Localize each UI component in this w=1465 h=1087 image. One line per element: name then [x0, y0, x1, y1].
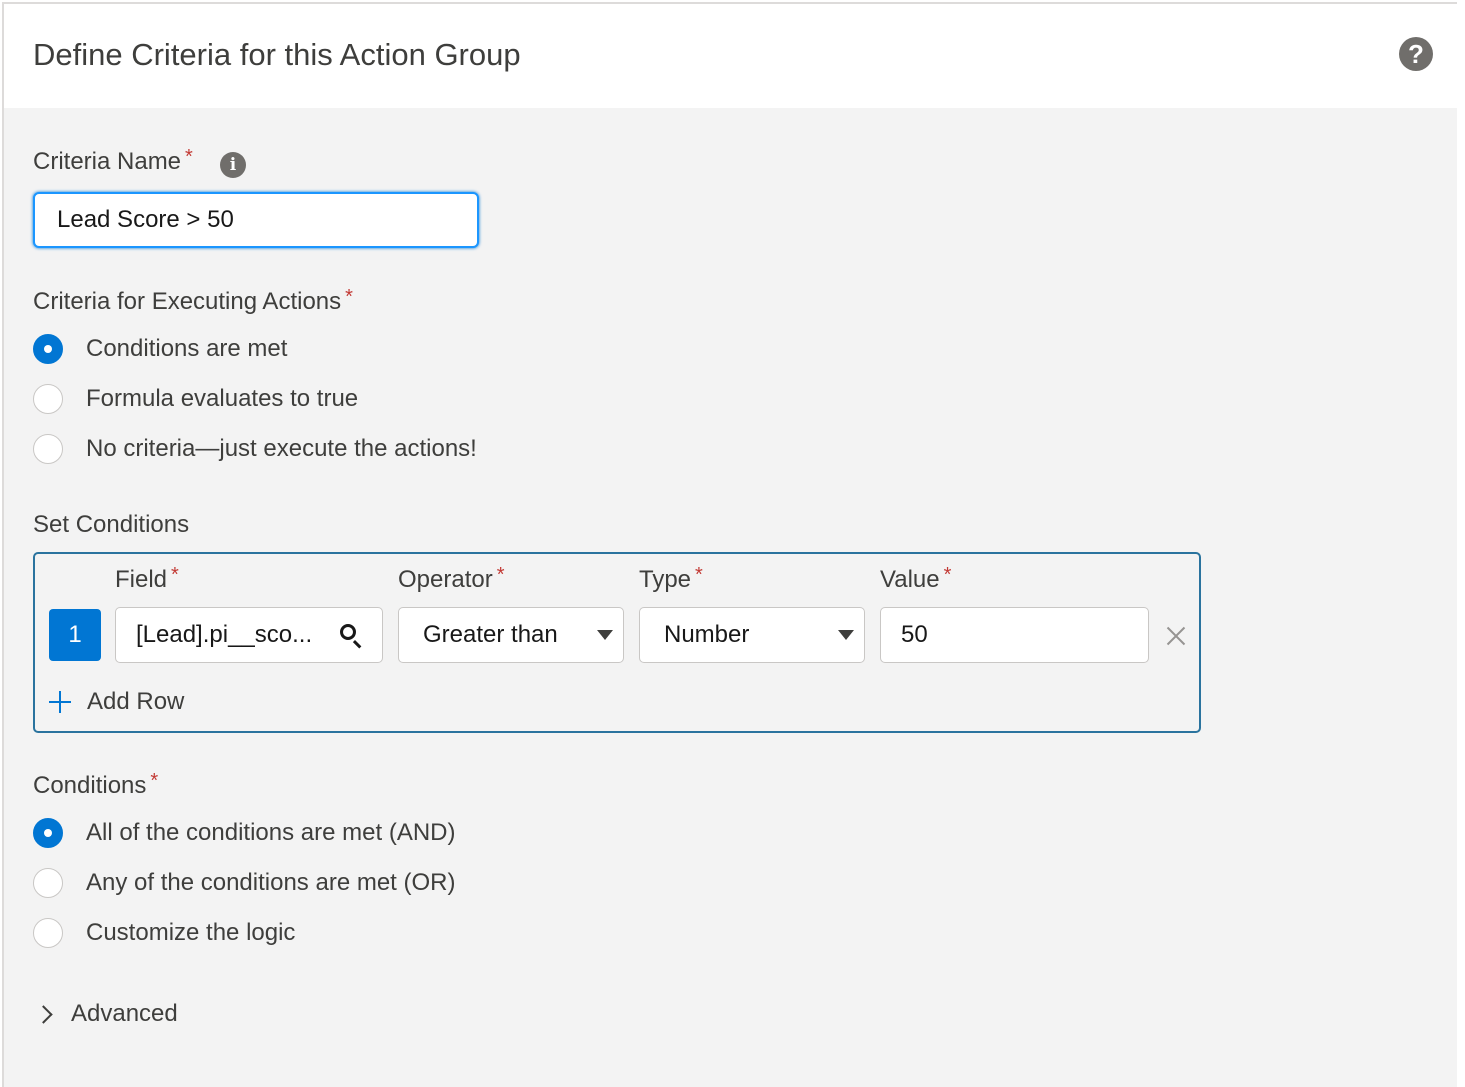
field-lookup-value: [Lead].pi__sco... [136, 621, 313, 648]
type-column-header-text: Type [639, 566, 692, 593]
criteria-name-label-text: Criteria Name [33, 148, 182, 175]
chevron-right-icon [34, 1005, 53, 1024]
executing-criteria-label: Criteria for Executing Actions * [33, 286, 353, 316]
radio-unchecked-icon[interactable] [33, 868, 63, 898]
radio-checked-icon[interactable] [33, 334, 63, 364]
required-marker: * [695, 564, 703, 586]
required-marker: * [943, 564, 952, 586]
type-select[interactable]: Number [639, 607, 865, 663]
value-input[interactable]: 50 [880, 607, 1149, 663]
type-column-header: Type * [639, 564, 703, 594]
operator-column-header-text: Operator [398, 566, 493, 593]
radio-label: Customize the logic [86, 919, 296, 946]
search-icon[interactable] [340, 624, 356, 640]
set-conditions-label: Set Conditions [33, 511, 190, 538]
operator-select-value: Greater than [423, 621, 558, 648]
radio-label: Any of the conditions are met (OR) [86, 869, 456, 896]
type-select-value: Number [664, 621, 750, 648]
required-marker: * [185, 146, 193, 168]
radio-unchecked-icon[interactable] [33, 384, 63, 414]
row-number-badge: 1 [49, 609, 101, 661]
required-marker: * [171, 564, 179, 586]
radio-label: Conditions are met [86, 335, 288, 362]
advanced-label: Advanced [71, 1000, 178, 1027]
radio-label: No criteria—just execute the actions! [86, 435, 477, 462]
radio-label: All of the conditions are met (AND) [86, 819, 456, 846]
value-input-text: 50 [901, 621, 928, 648]
operator-column-header: Operator * [398, 564, 505, 594]
info-icon[interactable]: i [220, 152, 246, 178]
close-icon[interactable] [1165, 624, 1187, 646]
field-lookup-input[interactable]: [Lead].pi__sco... [115, 607, 383, 663]
radio-checked-icon[interactable] [33, 818, 63, 848]
operator-select[interactable]: Greater than [398, 607, 624, 663]
conditions-label: Conditions * [33, 770, 159, 800]
caret-down-icon[interactable] [597, 630, 613, 640]
page-title: Define Criteria for this Action Group [33, 37, 521, 72]
conditions-label-text: Conditions [33, 772, 147, 799]
conditions-table: Field * Operator * Type * Value * 1 [Lead].p… [33, 552, 1201, 733]
help-icon[interactable]: ? [1399, 37, 1433, 71]
required-marker: * [496, 564, 505, 586]
value-column-header: Value * [880, 564, 952, 594]
plus-icon [49, 691, 71, 713]
radio-label: Formula evaluates to true [86, 385, 359, 412]
criteria-name-label: Criteria Name * [33, 146, 193, 176]
value-column-header-text: Value [880, 566, 940, 593]
radio-unchecked-icon[interactable] [33, 434, 63, 464]
executing-criteria-label-text: Criteria for Executing Actions [33, 288, 342, 315]
panel-header: Define Criteria for this Action Group ? [4, 4, 1457, 108]
field-column-header-text: Field [115, 566, 168, 593]
radio-unchecked-icon[interactable] [33, 918, 63, 948]
criteria-name-input[interactable]: Lead Score > 50 [33, 192, 479, 248]
required-marker: * [345, 286, 353, 308]
criteria-panel: Define Criteria for this Action Group ? … [2, 2, 1457, 1087]
caret-down-icon[interactable] [838, 630, 854, 640]
add-row-label: Add Row [87, 688, 185, 715]
required-marker: * [150, 770, 159, 792]
field-column-header: Field * [115, 564, 179, 594]
